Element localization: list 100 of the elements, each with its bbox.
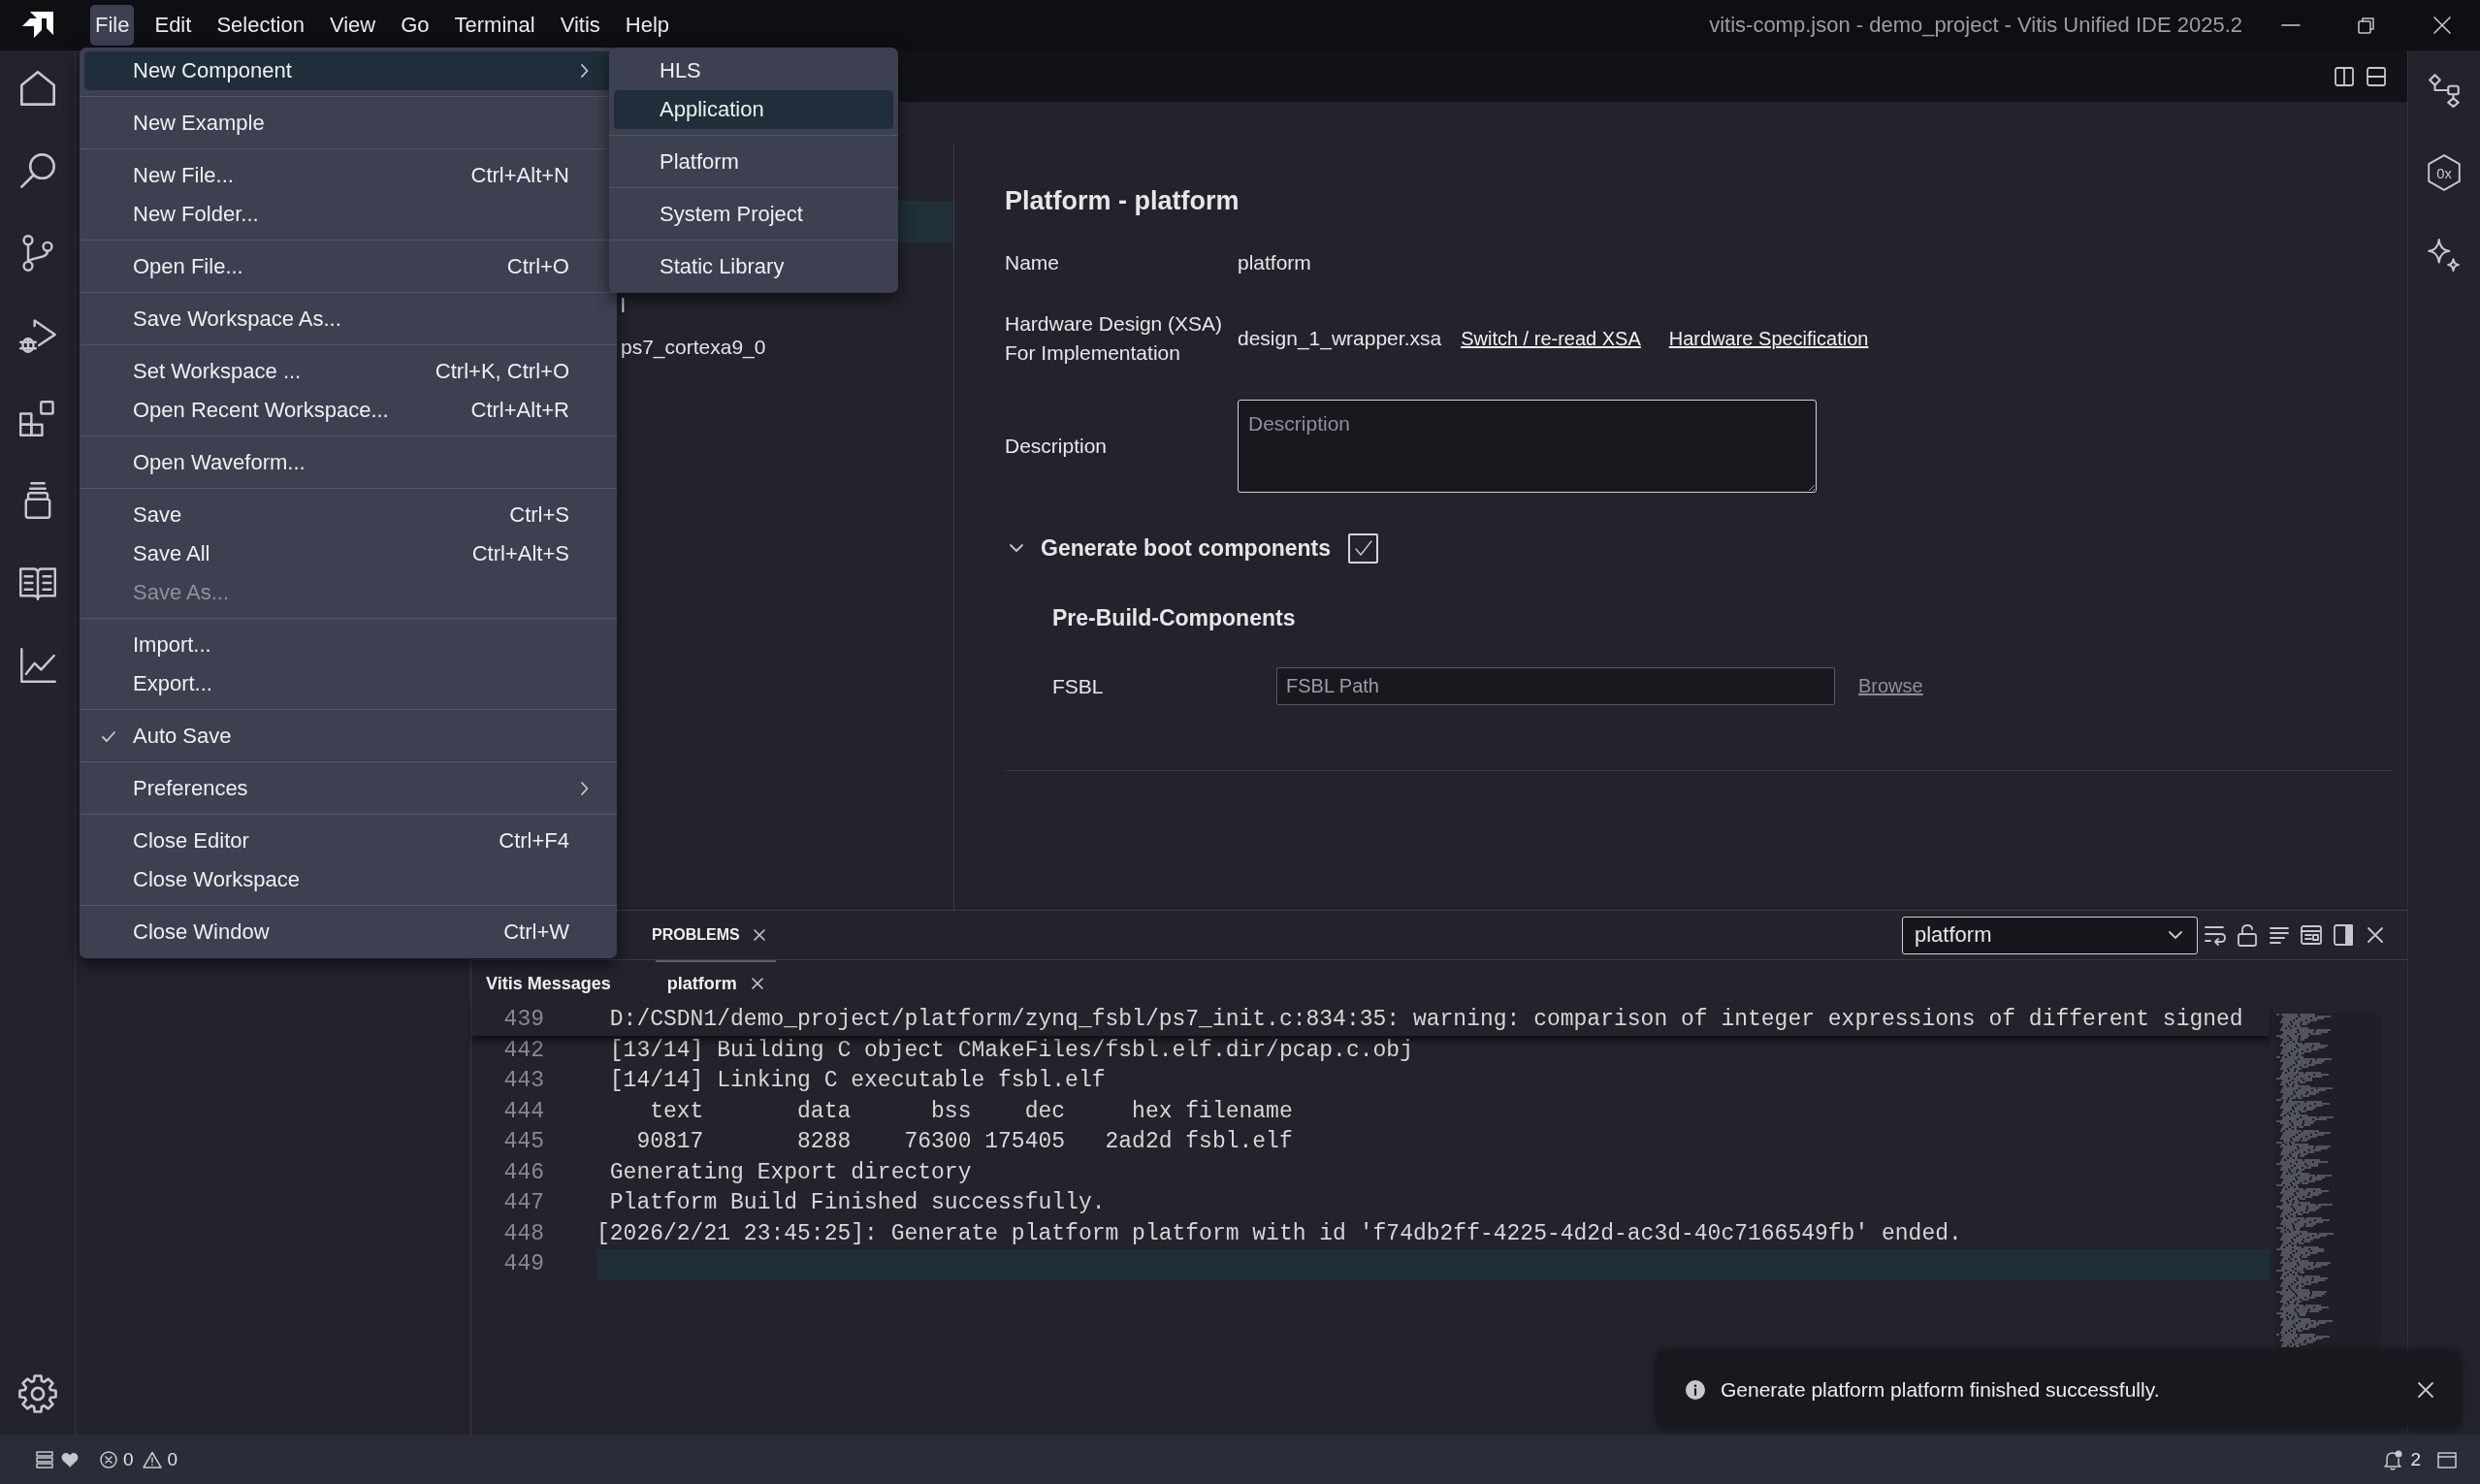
line-chart-icon[interactable] [17, 645, 57, 685]
menu-item[interactable]: Close Editor Ctrl+F4 [84, 822, 612, 860]
menu-bar-item[interactable]: Edit [149, 5, 197, 46]
menu-bar-item[interactable]: Terminal [449, 5, 540, 46]
line-number: 444 [502, 1097, 544, 1126]
menu-item[interactable]: Export... [84, 664, 612, 703]
extensions-icon[interactable] [17, 398, 57, 437]
output-tab[interactable]: Vitis Messages [474, 960, 623, 1005]
panel-tab[interactable]: PROBLEMS [652, 926, 766, 944]
window-title: vitis-comp.json - demo_project - Vitis Unified IDE 2025.2 [1709, 13, 2242, 38]
description-field[interactable]: Description [1238, 400, 1817, 493]
section-title: Generate boot components [1041, 534, 1332, 562]
output-line: Platform Build Finished successfully. [608, 1189, 1107, 1217]
browse-link[interactable]: Browse [1858, 675, 1923, 697]
shortcut-text: Ctrl+S [509, 502, 569, 528]
menu-item[interactable]: Application [614, 90, 893, 129]
diagram-icon[interactable] [2426, 71, 2463, 109]
word-wrap-icon[interactable] [2204, 923, 2227, 947]
error-icon[interactable] [100, 1450, 117, 1468]
settings-icon[interactable] [16, 1372, 58, 1414]
field-label: Name [1005, 250, 1061, 275]
search-icon[interactable] [17, 150, 57, 190]
link[interactable]: Switch / re-read XSA [1461, 327, 1641, 350]
close-icon[interactable] [752, 928, 766, 942]
split-editor-icon[interactable] [2334, 65, 2355, 87]
menu-item[interactable]: Platform [614, 143, 893, 181]
menu-bar-item[interactable]: Help [620, 5, 675, 46]
menu-item[interactable]: New Component [84, 51, 612, 90]
line-number: 443 [502, 1067, 544, 1095]
output-line: [2026/2/21 23:45:25]: Generate platform platform with id 'f74db2ff-4225-4d2d-ac3d-40c7166549fb' ended. [596, 1219, 1963, 1248]
menu-item[interactable]: Open File... Ctrl+O [84, 247, 612, 286]
menu-bar-item[interactable]: View [324, 5, 381, 46]
menu-item[interactable]: Close Workspace [84, 860, 612, 899]
output-line: 90817 8288 76300 175405 2ad2d fsbl.elf [635, 1128, 1294, 1156]
error-count: 0 [123, 1448, 134, 1470]
menu-item[interactable]: HLS [614, 51, 893, 90]
warning-icon[interactable] [142, 1450, 162, 1468]
line-number: 439 [502, 1006, 544, 1034]
menu-item[interactable]: Auto Save [84, 717, 612, 756]
layout-icon[interactable] [2300, 923, 2323, 947]
shortcut-text: Ctrl+O [506, 254, 569, 279]
field-value: design_1_wrapper.xsa [1238, 326, 1442, 352]
menu-bar-item[interactable]: Selection [211, 5, 309, 46]
menu-item[interactable]: System Project [614, 195, 893, 234]
link[interactable]: Hardware Specification [1668, 327, 1869, 350]
tree-item[interactable]: l [621, 293, 626, 317]
restore-icon [2357, 16, 2376, 35]
menu-item[interactable]: Open Waveform... [84, 443, 612, 482]
close-icon[interactable] [750, 977, 764, 990]
menu-item[interactable]: Set Workspace ... Ctrl+K, Ctrl+O [84, 352, 612, 391]
notification-count: 2 [2410, 1448, 2421, 1470]
chevron-down-icon [2168, 930, 2183, 940]
chevron-right-icon [580, 63, 589, 79]
menu-item[interactable]: Save All Ctrl+Alt+S [84, 534, 612, 573]
fsbl-path-field[interactable]: FSBL Path [1276, 667, 1835, 705]
chevron-down-icon[interactable] [1009, 543, 1024, 553]
unlock-icon[interactable] [2236, 923, 2259, 947]
menu-bar-item[interactable]: Vitis [555, 5, 605, 46]
hex-icon[interactable]: 0x [2427, 152, 2462, 192]
shortcut-text: Ctrl+W [503, 919, 569, 945]
minimize-icon [2281, 24, 2301, 26]
checkbox[interactable] [1348, 532, 1379, 564]
menu-item[interactable]: Static Library [614, 247, 893, 286]
output-line: Generating Export directory [608, 1158, 973, 1187]
output-line: [13/14] Building C object CMakeFiles/fsbl.elf.dir/pcap.c.obj [608, 1036, 1414, 1065]
menu-item[interactable]: Open Recent Workspace... Ctrl+Alt+R [84, 391, 612, 430]
menu-item[interactable]: New Folder... [84, 195, 612, 234]
field-label: Hardware Design (XSA) For Implementation [1005, 311, 1224, 366]
home-icon[interactable] [17, 68, 57, 108]
warning-count: 0 [167, 1448, 178, 1470]
shortcut-text: Ctrl+Alt+R [470, 398, 569, 423]
menu-item[interactable]: Import... [84, 626, 612, 664]
panel-right-icon[interactable] [2332, 923, 2355, 947]
menu-item[interactable]: Save Ctrl+S [84, 496, 612, 534]
heart-icon[interactable] [61, 1451, 79, 1468]
info-icon [1686, 1379, 1705, 1400]
sparkle-icon[interactable] [2426, 236, 2463, 274]
layout-icon[interactable] [2437, 1450, 2457, 1468]
notification-message: Generate platform platform finished successfully. [1721, 1377, 2160, 1402]
menu-item[interactable]: Close Window Ctrl+W [84, 913, 612, 952]
menu-item[interactable]: Save Workspace As... [84, 300, 612, 339]
logo-icon [22, 11, 53, 40]
shortcut-text: Ctrl+F4 [499, 828, 569, 854]
line-number: 445 [502, 1128, 544, 1156]
tree-item[interactable]: ps7_cortexa9_0 [621, 335, 766, 359]
menu-bar-item[interactable]: File [90, 5, 135, 46]
line-number: 448 [502, 1219, 544, 1248]
split-horizontal-icon[interactable] [2366, 65, 2387, 87]
menu-bar-item[interactable]: Go [396, 5, 435, 46]
shortcut-text: Ctrl+Alt+N [470, 163, 569, 188]
menu-item[interactable]: Preferences [84, 769, 612, 808]
line-number: 442 [502, 1036, 544, 1065]
menu-item[interactable]: New File... Ctrl+Alt+N [84, 156, 612, 195]
filter-dropdown[interactable]: platform [1902, 916, 2198, 954]
close-icon[interactable] [2417, 1380, 2434, 1399]
menu-item[interactable]: New Example [84, 104, 612, 143]
server-icon[interactable] [36, 1450, 53, 1468]
output-line: text data bss dec hex filename [649, 1097, 1294, 1126]
form-title: Platform - platform [1005, 185, 1240, 216]
output-line: D:/CSDN1/demo_project/platform/zynq_fsbl/ps7_init.c:834:35: warning: comparison of integer expressions of different signed [608, 1006, 2244, 1034]
